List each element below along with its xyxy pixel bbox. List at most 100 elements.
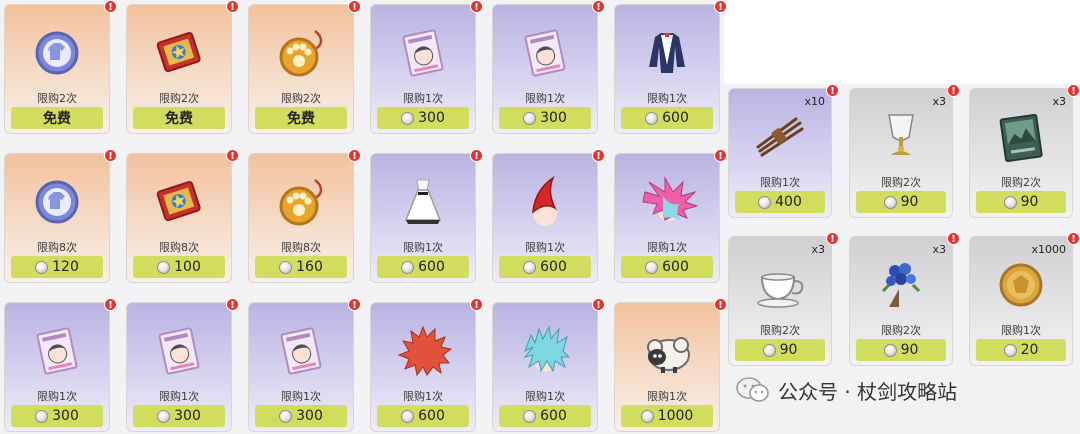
photo-card-pack-icon xyxy=(25,321,89,381)
outfit-token-icon xyxy=(25,172,89,232)
shop-item-card[interactable]: 限购1次 600 xyxy=(370,153,476,283)
silver-coin-icon xyxy=(279,260,293,274)
alert-badge-icon: ! xyxy=(348,0,361,13)
shop-item-card[interactable]: 限购2次 免费 xyxy=(126,4,232,134)
shop-item-card[interactable]: 限购1次 300 xyxy=(248,302,354,432)
shop-item-card[interactable]: 限购1次 300 xyxy=(370,4,476,134)
buy-button[interactable]: 600 xyxy=(621,256,713,278)
red-ticket-icon xyxy=(147,23,211,83)
purchase-limit-label: 限购1次 xyxy=(525,241,565,254)
shop-item-card[interactable]: 限购8次 120 xyxy=(4,153,110,283)
purchase-limit-label: 限购8次 xyxy=(281,241,321,254)
coat-outfit-icon xyxy=(635,23,699,83)
purchase-limit-label: 限购2次 xyxy=(881,176,921,189)
shop-item-card[interactable]: 限购1次 600 xyxy=(370,302,476,432)
buy-button[interactable]: 300 xyxy=(133,405,225,427)
gold-coin-icon xyxy=(989,255,1053,315)
buy-button[interactable]: 90 xyxy=(976,191,1066,213)
purchase-limit-label: 限购1次 xyxy=(647,390,687,403)
item-quantity: x1000 xyxy=(1031,243,1066,256)
buy-button[interactable]: 300 xyxy=(11,405,103,427)
buy-button[interactable]: 300 xyxy=(377,107,469,129)
teacup-icon xyxy=(748,255,812,315)
buy-button[interactable]: 120 xyxy=(11,256,103,278)
red-ticket-icon xyxy=(147,172,211,232)
buy-button[interactable]: 300 xyxy=(255,405,347,427)
buy-button[interactable]: 90 xyxy=(856,191,946,213)
buy-button[interactable]: 90 xyxy=(856,339,946,361)
price-value: 90 xyxy=(900,342,919,358)
purchase-limit-label: 限购1次 xyxy=(525,92,565,105)
alert-badge-icon: ! xyxy=(348,149,361,162)
alert-badge-icon: ! xyxy=(226,0,239,13)
photo-card-pack-icon xyxy=(513,23,577,83)
buy-button[interactable]: 160 xyxy=(255,256,347,278)
photo-card-pack-icon xyxy=(147,321,211,381)
price-value: 600 xyxy=(540,259,567,275)
shop-item-card[interactable]: 限购1次 600 xyxy=(492,153,598,283)
purchase-limit-label: 限购1次 xyxy=(525,390,565,403)
silver-coin-icon xyxy=(401,111,415,125)
item-quantity: x3 xyxy=(811,243,825,256)
shop-item-card[interactable]: 限购2次 免费 xyxy=(248,4,354,134)
silver-coin-icon xyxy=(640,409,654,423)
shop-item-card[interactable]: x3 限购2次 90 xyxy=(728,236,832,366)
alert-badge-icon: ! xyxy=(226,298,239,311)
alert-badge-icon: ! xyxy=(947,232,960,245)
alert-badge-icon: ! xyxy=(592,149,605,162)
price-value: 300 xyxy=(418,110,445,126)
shop-item-card[interactable]: x10 限购1次 400 xyxy=(728,88,832,218)
free-claim-button[interactable]: 免费 xyxy=(133,107,225,129)
sheep-pet-icon xyxy=(635,321,699,381)
shop-item-card[interactable]: 限购2次 免费 xyxy=(4,4,110,134)
buy-button[interactable]: 600 xyxy=(499,256,591,278)
shop-item-card[interactable]: 限购1次 600 xyxy=(492,302,598,432)
shop-item-card[interactable]: x3 限购2次 90 xyxy=(969,88,1073,218)
item-quantity: x10 xyxy=(804,95,825,108)
shop-item-card[interactable]: 限购8次 100 xyxy=(126,153,232,283)
buy-button[interactable]: 1000 xyxy=(621,405,713,427)
free-claim-button[interactable]: 免费 xyxy=(11,107,103,129)
price-value: 免费 xyxy=(165,111,193,127)
buy-button[interactable]: 600 xyxy=(377,256,469,278)
price-value: 免费 xyxy=(287,111,315,127)
alert-badge-icon: ! xyxy=(104,298,117,311)
shop-item-card[interactable]: 限购1次 300 xyxy=(492,4,598,134)
shop-item-card[interactable]: 限购1次 600 xyxy=(614,153,720,283)
shop-item-card[interactable]: 限购1次 300 xyxy=(4,302,110,432)
free-claim-button[interactable]: 免费 xyxy=(255,107,347,129)
buy-button[interactable]: 600 xyxy=(621,107,713,129)
buy-button[interactable]: 90 xyxy=(735,339,825,361)
shop-item-card[interactable]: x1000 限购1次 20 xyxy=(969,236,1073,366)
silver-coin-icon xyxy=(758,195,772,209)
price-value: 90 xyxy=(900,194,919,210)
goblet-icon xyxy=(869,107,933,167)
shop-item-card[interactable]: 限购1次 600 xyxy=(614,4,720,134)
shop-item-card[interactable]: 限购8次 160 xyxy=(248,153,354,283)
paw-charm-icon xyxy=(269,172,333,232)
buy-button[interactable]: 20 xyxy=(976,339,1066,361)
price-value: 300 xyxy=(174,408,201,424)
buy-button[interactable]: 400 xyxy=(735,191,825,213)
buy-button[interactable]: 100 xyxy=(133,256,225,278)
item-quantity: x3 xyxy=(1052,95,1066,108)
alert-badge-icon: ! xyxy=(470,0,483,13)
shop-item-card[interactable]: x3 限购2次 90 xyxy=(849,88,953,218)
cyan-spiky-hair-icon xyxy=(513,321,577,381)
shop-item-card[interactable]: x3 限购2次 90 xyxy=(849,236,953,366)
purchase-limit-label: 限购8次 xyxy=(159,241,199,254)
alert-badge-icon: ! xyxy=(470,149,483,162)
shop-item-card[interactable]: 限购1次 1000 xyxy=(614,302,720,432)
buy-button[interactable]: 600 xyxy=(377,405,469,427)
silver-coin-icon xyxy=(157,409,171,423)
alert-badge-icon: ! xyxy=(592,0,605,13)
watermark-text: 公众号 · 杖剑攻略站 xyxy=(778,379,958,404)
shop-item-card[interactable]: 限购1次 300 xyxy=(126,302,232,432)
purchase-limit-label: 限购1次 xyxy=(760,176,800,189)
buy-button[interactable]: 300 xyxy=(499,107,591,129)
paw-charm-icon xyxy=(269,23,333,83)
buy-button[interactable]: 600 xyxy=(499,405,591,427)
purchase-limit-label: 限购1次 xyxy=(403,390,443,403)
silver-coin-icon xyxy=(1003,343,1017,357)
flower-bouquet-icon xyxy=(869,255,933,315)
